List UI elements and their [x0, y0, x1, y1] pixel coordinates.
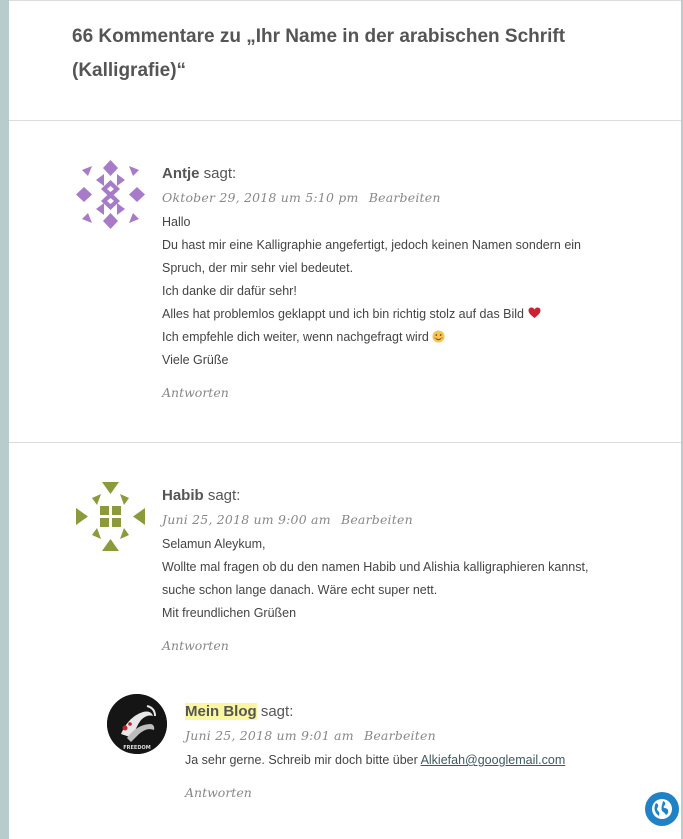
avatar-text: FREEDOM	[123, 745, 150, 751]
left-border	[0, 0, 9, 839]
comment-date-link[interactable]: Juni 25, 2018 um 9:01 am	[185, 728, 354, 743]
comment-line: suche schon lange danach. Wäre echt supe…	[162, 583, 438, 597]
says-label: sagt:	[260, 703, 294, 720]
comment-author: Habib	[162, 487, 204, 504]
reply-link[interactable]: Antworten	[185, 785, 252, 800]
comment-line-with-emoji: Alles hat problemlos geklappt und ich bi…	[162, 303, 581, 326]
comment-line: Viele Grüße	[162, 353, 229, 367]
comment-meta: Oktober 29, 2018 um 5:10 pm Bearbeiten	[162, 190, 447, 205]
comment-date-link[interactable]: Oktober 29, 2018 um 5:10 pm	[162, 190, 359, 205]
smile-emoji-icon	[432, 330, 445, 343]
comment-author-line: Habib sagt:	[162, 487, 240, 504]
comment-line-with-emoji: Ich empfehle dich weiter, wenn nachgefra…	[162, 326, 581, 349]
says-label: sagt:	[207, 487, 241, 504]
comments-heading: 66 Kommentare zu „Ihr Name in der arabis…	[72, 26, 566, 81]
comment-author: Antje	[162, 165, 200, 182]
comment-author-line: Mein Blog sagt:	[185, 703, 293, 720]
edit-link[interactable]: Bearbeiten	[341, 512, 413, 527]
comment-body: Ja sehr gerne. Schreib mir doch bitte üb…	[185, 749, 565, 772]
comment-line-text: Ich empfehle dich weiter, wenn nachgefra…	[162, 330, 429, 344]
comment-line: Ich danke dir dafür sehr!	[162, 284, 297, 298]
email-link[interactable]: Alkiefah@googlemail.com	[421, 753, 566, 767]
avatar-antje	[72, 156, 149, 233]
translate-button[interactable]	[645, 792, 679, 826]
comment-meta: Juni 25, 2018 um 9:01 am Bearbeiten	[185, 728, 442, 743]
comment-body: Hallo Du hast mir eine Kalligraphie ange…	[162, 211, 581, 372]
comment-author-link[interactable]: Mein Blog	[185, 703, 257, 720]
says-label: sagt:	[203, 165, 237, 182]
avatar-habib	[72, 478, 149, 555]
top-divider	[9, 0, 681, 1]
comment-line: Ja sehr gerne. Schreib mir doch bitte üb…	[185, 749, 565, 772]
comment-line-text: Ja sehr gerne. Schreib mir doch bitte üb…	[185, 753, 418, 767]
comment-line: Selamun Aleykum,	[162, 537, 266, 551]
reply-link[interactable]: Antworten	[162, 638, 229, 653]
comment-author-line: Antje sagt:	[162, 165, 236, 182]
heart-emoji-icon	[528, 307, 540, 318]
comment-line: Hallo	[162, 215, 191, 229]
comment-line: Mit freundlichen Grüßen	[162, 606, 297, 620]
avatar-mein-blog: FREEDOM	[107, 694, 167, 754]
comment-line: Spruch, der mir sehr viel bedeutet.	[162, 261, 354, 275]
edit-link[interactable]: Bearbeiten	[364, 728, 436, 743]
comment-line: Wollte mal fragen ob du den namen Habib …	[162, 560, 589, 574]
reply-link[interactable]: Antworten	[162, 385, 229, 400]
comment-line: Du hast mir eine Kalligraphie angefertig…	[162, 238, 582, 252]
comment-body: Selamun Aleykum, Wollte mal fragen ob du…	[162, 533, 588, 625]
section-divider	[9, 442, 681, 443]
globe-icon	[652, 799, 672, 819]
comment-date-link[interactable]: Juni 25, 2018 um 9:00 am	[162, 512, 331, 527]
comment-line-text: Alles hat problemlos geklappt und ich bi…	[162, 307, 525, 321]
comment-meta: Juni 25, 2018 um 9:00 am Bearbeiten	[162, 512, 419, 527]
edit-link[interactable]: Bearbeiten	[369, 190, 441, 205]
section-divider	[9, 120, 681, 121]
